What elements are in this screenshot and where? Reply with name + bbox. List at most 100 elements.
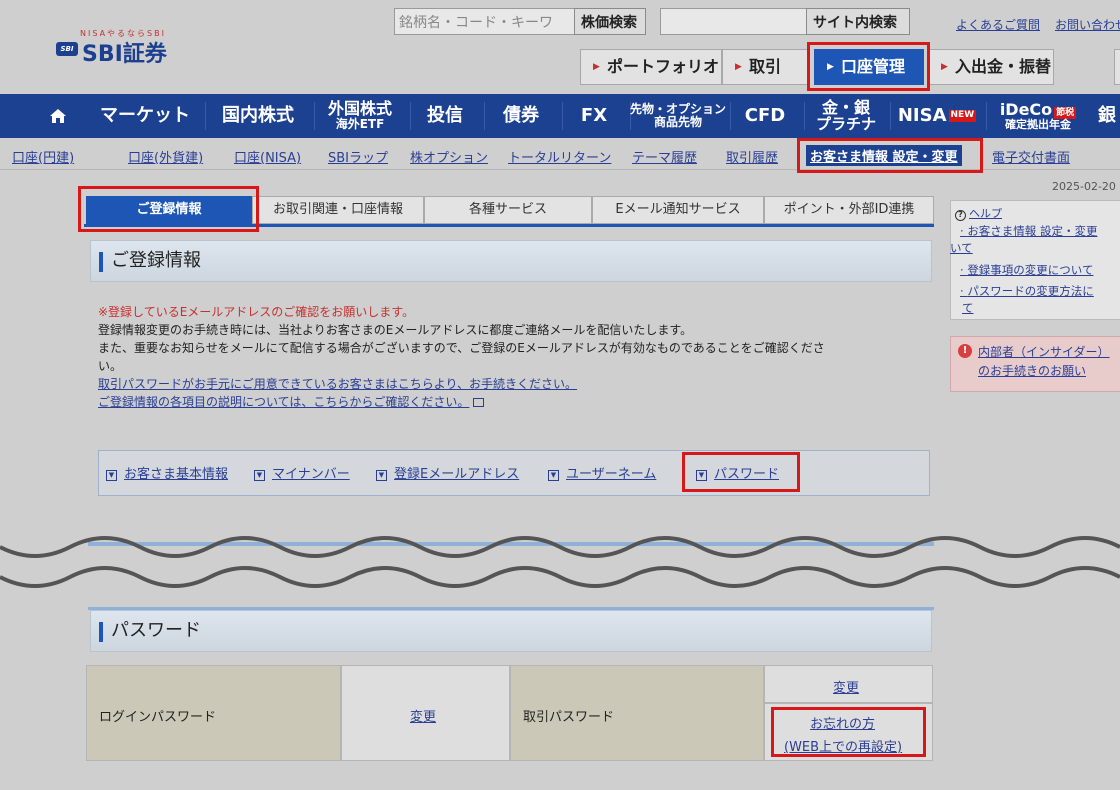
notice-line-3: い。: [98, 359, 123, 373]
anchor-email[interactable]: ▼ 登録Eメールアドレス: [376, 463, 519, 482]
nav-separator: [804, 102, 805, 130]
notice-line-1: 登録情報変更のお手続き時には、当社よりお客さまのEメールアドレスに都度ご連絡メー…: [98, 323, 693, 337]
tab-trading-account[interactable]: お取引関連・口座情報: [252, 196, 424, 224]
nav-fx[interactable]: FX: [564, 94, 624, 138]
nav-market[interactable]: マーケット: [90, 94, 200, 138]
anchor-my-number[interactable]: ▼ マイナンバー: [254, 463, 350, 482]
trade-password-label: 取引パスワード: [510, 665, 764, 761]
chevron-down-icon: ▼: [254, 470, 265, 481]
help-link[interactable]: ? ヘルプ: [955, 205, 1002, 221]
sublink-sbi-wrap[interactable]: SBIラップ: [328, 147, 388, 166]
nav-separator: [890, 102, 891, 130]
nav-domestic-stock[interactable]: 国内株式: [208, 94, 308, 138]
anchor-username[interactable]: ▼ ユーザーネーム: [548, 463, 656, 482]
nav-gold-sub: プラチナ: [815, 114, 876, 133]
nav-separator: [410, 102, 411, 130]
help-customer-info-link[interactable]: · お客さま情報 設定・変更: [960, 223, 1097, 240]
trade-password-procedure-link[interactable]: 取引パスワードがお手元にご用意できているお客さまはこちらより、お手続きください。: [98, 375, 577, 393]
anchor-username-label: ユーザーネーム: [566, 467, 657, 482]
faq-link[interactable]: よくあるご質問: [956, 16, 1040, 33]
nav-funds[interactable]: 投信: [412, 94, 478, 138]
sublink-stock-options[interactable]: 株オプション: [410, 147, 488, 166]
highlight-forgot-password: [771, 707, 926, 757]
site-search-input[interactable]: [660, 8, 808, 35]
highlight-registration-tab: [78, 186, 259, 232]
stock-search-input[interactable]: 銘柄名・コード・キーワ: [394, 8, 576, 35]
insider-link[interactable]: 内部者（インサイダー）: [978, 343, 1110, 360]
chevron-down-icon: ▼: [548, 470, 559, 481]
help-password-change-link-cont[interactable]: て: [962, 300, 974, 317]
sublink-e-documents[interactable]: 電子交付書面: [992, 147, 1070, 166]
help-title-label: ヘルプ: [969, 207, 1002, 220]
help-item-label: お客さま情報 設定・変更: [967, 224, 1098, 238]
contact-link[interactable]: お問い合わせ: [1055, 16, 1120, 33]
nav-separator: [986, 102, 987, 130]
email-notice-red: ※登録しているEメールアドレスのご確認をお願いします。: [98, 305, 415, 319]
trade-password-change-link[interactable]: 変更: [833, 677, 859, 696]
date-text: 2025-02-20 1: [1052, 180, 1120, 193]
sbi-logo[interactable]: SBI証券: [82, 36, 167, 68]
login-password-change-link[interactable]: 変更: [410, 706, 436, 725]
help-item-label: 登録事項の変更について: [967, 263, 1094, 277]
nav-gold-silver[interactable]: 金・銀 プラチナ: [806, 94, 886, 138]
help-password-change-link[interactable]: · パスワードの変更方法に: [960, 283, 1094, 300]
tab-points-external-id[interactable]: ポイント・外部ID連携: [764, 196, 934, 224]
nav-separator: [205, 102, 206, 130]
nav-ideco[interactable]: iDeCo 節税 確定拠出年金: [988, 94, 1088, 138]
tab-email-notification[interactable]: Eメール通知サービス: [592, 196, 764, 224]
section-title-registration: ご登録情報: [90, 240, 932, 282]
site-search-button[interactable]: サイト内検索: [806, 8, 910, 35]
sublink-jpy-account[interactable]: 口座(円建): [12, 147, 74, 166]
sublink-total-return[interactable]: トータルリターン: [508, 147, 611, 166]
anchor-basic-info[interactable]: ▼ お客さま基本情報: [106, 463, 228, 482]
external-window-icon: [473, 398, 485, 407]
login-password-label: ログインパスワード: [86, 665, 341, 761]
nav-bank[interactable]: 銀: [1098, 94, 1120, 138]
highlight-account-management: [807, 42, 930, 91]
help-customer-info-link-cont[interactable]: いて: [950, 240, 973, 257]
content-break-wave: [0, 536, 1120, 588]
anchor-my-number-label: マイナンバー: [272, 467, 350, 482]
nav-cfd[interactable]: CFD: [732, 94, 798, 138]
trade-button[interactable]: 取引: [722, 49, 810, 85]
insider-link-cont[interactable]: のお手続きのお願い: [978, 362, 1086, 379]
highlight-customer-info: [797, 138, 983, 173]
nav-futures-sub: 商品先物: [653, 115, 702, 129]
highlight-password-anchor: [682, 452, 800, 492]
help-item-label: パスワードの変更方法に: [967, 284, 1094, 298]
nav-separator: [730, 102, 731, 130]
chevron-down-icon: ▼: [376, 470, 387, 481]
nav-gold-label: 金・銀: [821, 97, 870, 117]
sublink-nisa-account[interactable]: 口座(NISA): [234, 147, 301, 166]
anchor-basic-info-label: お客さま基本情報: [124, 467, 229, 482]
nav-nisa[interactable]: NISA NEW: [892, 94, 982, 138]
nav-ideco-label: iDeCo: [999, 99, 1053, 119]
sublink-foreign-account[interactable]: 口座(外貨建): [128, 147, 203, 166]
logo-badge: SBI: [56, 42, 78, 56]
extra-nav-button[interactable]: [1114, 49, 1120, 85]
nav-ideco-sub: 確定拠出年金: [1005, 117, 1071, 131]
notice-line-2: また、重要なお知らせをメールにて配信する場合がございますので、ご登録のEメールア…: [98, 341, 825, 355]
portfolio-button[interactable]: ポートフォリオ: [580, 49, 722, 85]
tab-services[interactable]: 各種サービス: [424, 196, 592, 224]
nav-foreign-stock-sub: 海外ETF: [335, 117, 385, 132]
deposit-transfer-button[interactable]: 入出金・振替: [928, 49, 1054, 85]
nav-bonds[interactable]: 債券: [486, 94, 556, 138]
nav-separator: [314, 102, 315, 130]
item-explanation-link[interactable]: ご登録情報の各項目の説明については、こちらからご確認ください。: [98, 393, 485, 411]
stock-search-button[interactable]: 株価検索: [574, 8, 646, 35]
warning-icon: !: [958, 344, 972, 358]
nav-separator: [562, 102, 563, 130]
nav-nisa-label: NISA: [897, 104, 947, 126]
chevron-down-icon: ▼: [106, 470, 117, 481]
new-badge: NEW: [948, 110, 977, 122]
help-registration-change-link[interactable]: · 登録事項の変更について: [960, 262, 1093, 279]
home-icon[interactable]: [44, 94, 72, 138]
nav-foreign-stock[interactable]: 外国株式 海外ETF: [316, 94, 404, 138]
nav-separator: [484, 102, 485, 130]
item-explanation-text: ご登録情報の各項目の説明については、こちらからご確認ください。: [98, 395, 470, 409]
sublink-trade-history[interactable]: 取引履歴: [726, 147, 778, 166]
nav-futures-options[interactable]: 先物・オプション 商品先物: [630, 94, 726, 138]
sublink-theme-history[interactable]: テーマ履歴: [632, 147, 697, 166]
section-title-password: パスワード: [90, 610, 932, 652]
